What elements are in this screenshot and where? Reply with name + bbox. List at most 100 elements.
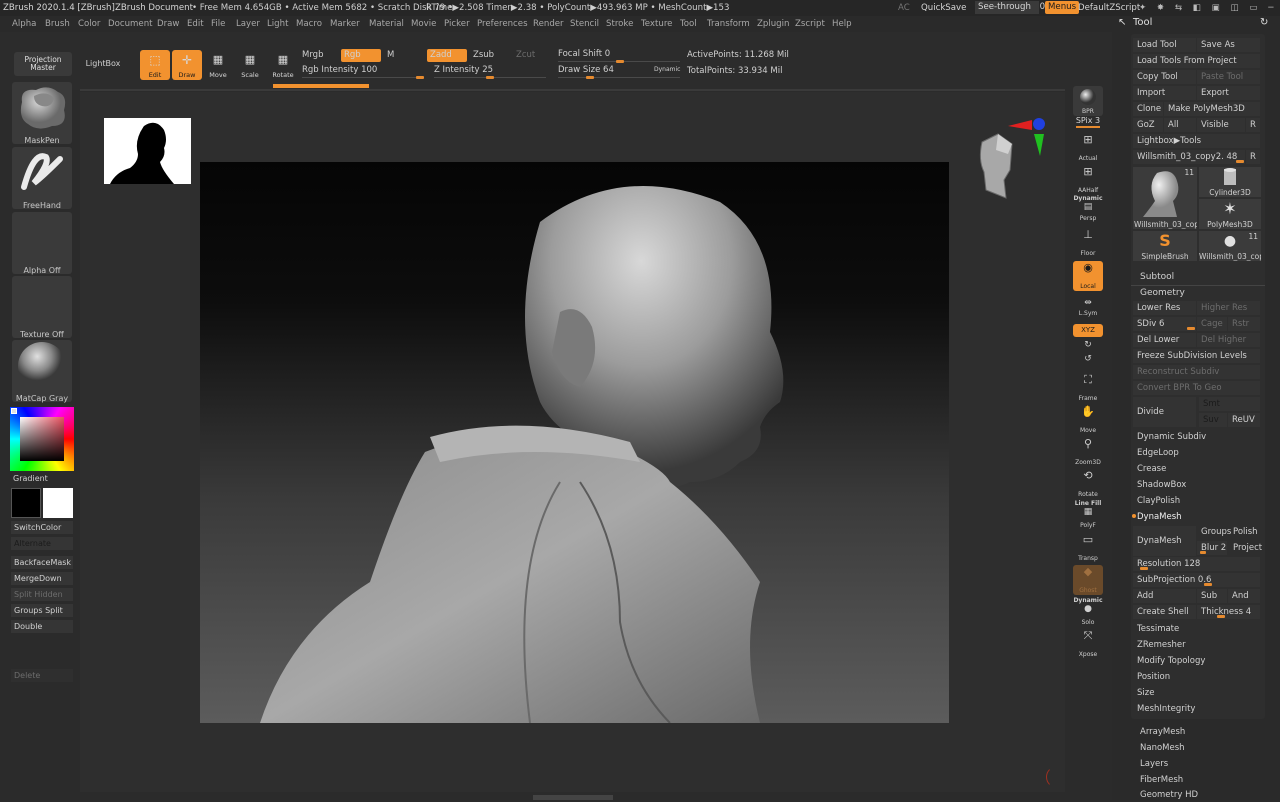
draw-size-knob[interactable] [586, 76, 594, 79]
split-hidden-button[interactable]: Split Hidden [11, 588, 73, 601]
suv-toggle[interactable]: Suv [1199, 413, 1227, 427]
menu-alpha[interactable]: Alpha [12, 16, 36, 32]
zcut-button[interactable]: Zcut [513, 49, 543, 62]
resolution-knob[interactable] [1140, 567, 1148, 570]
menu-draw[interactable]: Draw [157, 16, 179, 32]
default-zscript[interactable]: DefaultZScript [1078, 0, 1140, 16]
seethrough-slider[interactable]: See-through 0 [975, 1, 1045, 14]
zsub-button[interactable]: Zsub [470, 49, 510, 62]
lightbox-tools-button[interactable]: Lightbox▶Tools [1133, 134, 1260, 148]
and-button[interactable]: And [1228, 589, 1260, 603]
color-picker[interactable] [10, 407, 74, 471]
zremesher-header[interactable]: ZRemesher [1133, 638, 1186, 652]
window-controls-icon[interactable]: ✦ ✸ ⇆ ◧ ▣ ◫ ▭ ─ ▢ ✕ [1139, 0, 1280, 16]
tool-r-button[interactable]: R [1246, 150, 1260, 164]
reuv-button[interactable]: ReUV [1228, 413, 1260, 427]
menu-material[interactable]: Material [369, 16, 404, 32]
actual-button[interactable]: ⊞ Actual [1073, 133, 1103, 163]
thickness-knob[interactable] [1217, 615, 1225, 618]
alpha-off[interactable]: Alpha Off [12, 212, 72, 275]
smt-toggle[interactable]: Smt [1199, 397, 1260, 411]
xyz-button[interactable]: XYZ [1073, 324, 1103, 337]
menu-zplugin[interactable]: Zplugin [757, 16, 789, 32]
create-shell-button[interactable]: Create Shell [1133, 605, 1196, 619]
nanomesh-header[interactable]: NanoMesh [1136, 741, 1185, 755]
menu-marker[interactable]: Marker [330, 16, 360, 32]
menu-picker[interactable]: Picker [444, 16, 470, 32]
groups-toggle[interactable]: Groups [1197, 525, 1231, 539]
zadd-button[interactable]: Zadd [427, 49, 467, 62]
goz-r-button[interactable]: R [1246, 118, 1260, 132]
rotate-mode-button[interactable]: ▦ Rotate [268, 50, 298, 80]
corner-resize-handle[interactable] [1046, 766, 1068, 788]
claypolish-header[interactable]: ClayPolish [1133, 494, 1180, 508]
menu-macro[interactable]: Macro [296, 16, 322, 32]
layers-header[interactable]: Layers [1136, 757, 1168, 771]
rotate-ccw-icon[interactable]: ↺ [1073, 354, 1103, 366]
paste-tool-button[interactable]: Paste Tool [1197, 70, 1260, 84]
rotate-cw-icon[interactable]: ↻ [1073, 340, 1103, 352]
rgb-intensity-knob[interactable] [416, 76, 424, 79]
add-button[interactable]: Add [1133, 589, 1196, 603]
rgb-intensity-slider[interactable]: Rgb Intensity 100 [299, 64, 425, 77]
convert-bpr-button[interactable]: Convert BPR To Geo [1133, 381, 1260, 395]
export-button[interactable]: Export [1197, 86, 1260, 100]
menu-brush[interactable]: Brush [45, 16, 70, 32]
edgeloop-header[interactable]: EdgeLoop [1133, 446, 1179, 460]
stroke-freehand[interactable]: FreeHand [12, 147, 72, 210]
tessimate-header[interactable]: Tessimate [1133, 622, 1179, 636]
bottom-drawer-handle[interactable] [533, 795, 613, 800]
document-canvas[interactable] [200, 162, 949, 723]
subprojection-slider[interactable]: SubProjection 0.6 [1133, 573, 1260, 587]
tool-thumb-cylinder[interactable]: Cylinder3D [1199, 167, 1261, 197]
menu-stencil[interactable]: Stencil [570, 16, 599, 32]
del-higher-button[interactable]: Del Higher [1197, 333, 1260, 347]
projection-master-button[interactable]: Projection Master [14, 52, 72, 76]
make-polymesh-button[interactable]: Make PolyMesh3D [1164, 102, 1260, 116]
rotate-view-button[interactable]: ⟲ Rotate [1073, 469, 1103, 499]
menu-color[interactable]: Color [78, 16, 100, 32]
cage-button[interactable]: Cage [1197, 317, 1227, 331]
menu-layer[interactable]: Layer [236, 16, 260, 32]
menu-render[interactable]: Render [533, 16, 564, 32]
bpr-button[interactable]: BPR [1073, 86, 1103, 116]
main-color-swatch[interactable] [11, 488, 41, 518]
project-toggle[interactable]: Project [1229, 541, 1262, 555]
menu-preferences[interactable]: Preferences [477, 16, 528, 32]
save-as-button[interactable]: Save As [1197, 38, 1260, 52]
quicksave-button[interactable]: QuickSave [921, 0, 966, 16]
spix-slider[interactable]: SPix 3 [1073, 116, 1103, 125]
load-from-project-button[interactable]: Load Tools From Project [1133, 54, 1260, 68]
menu-transform[interactable]: Transform [707, 16, 750, 32]
focal-shift-knob[interactable] [616, 60, 624, 63]
subprojection-knob[interactable] [1204, 583, 1212, 586]
lower-res-button[interactable]: Lower Res [1133, 301, 1196, 315]
arraymesh-header[interactable]: ArrayMesh [1136, 725, 1185, 739]
menu-help[interactable]: Help [832, 16, 852, 32]
import-button[interactable]: Import [1133, 86, 1196, 100]
lightbox-button[interactable]: LightBox [78, 52, 128, 76]
sdiv-knob[interactable] [1187, 327, 1195, 330]
local-button[interactable]: ◉ Local [1073, 261, 1103, 291]
lsym-button[interactable]: ⇹ L.Sym [1073, 298, 1103, 318]
menu-edit[interactable]: Edit [187, 16, 204, 32]
mrgb-button[interactable]: Mrgb [299, 49, 339, 62]
panel-reset-icon[interactable]: ↻ [1260, 17, 1268, 28]
delete-button[interactable]: Delete [11, 669, 73, 682]
zoom3d-button[interactable]: ⚲ Zoom3D [1073, 437, 1103, 467]
rstr-button[interactable]: Rstr [1228, 317, 1260, 331]
resolution-slider[interactable]: Resolution 128 [1133, 557, 1260, 571]
transp-button[interactable]: ▭ Transp [1073, 533, 1103, 563]
goz-all-button[interactable]: All [1164, 118, 1196, 132]
texture-off[interactable]: Texture Off [12, 276, 72, 339]
double-button[interactable]: Double [11, 620, 73, 633]
tool-thumb-simplebrush[interactable]: S SimpleBrush [1133, 231, 1197, 261]
del-lower-button[interactable]: Del Lower [1133, 333, 1196, 347]
clone-button[interactable]: Clone [1133, 102, 1163, 116]
persp-button[interactable]: Dynamic ▤ Persp [1073, 195, 1103, 223]
menu-zscript[interactable]: Zscript [795, 16, 825, 32]
move-view-button[interactable]: ✋ Move [1073, 405, 1103, 435]
meshintegrity-header[interactable]: MeshIntegrity [1133, 702, 1195, 716]
menu-tool[interactable]: Tool [680, 16, 697, 32]
geometry-header[interactable]: Geometry [1136, 286, 1185, 300]
